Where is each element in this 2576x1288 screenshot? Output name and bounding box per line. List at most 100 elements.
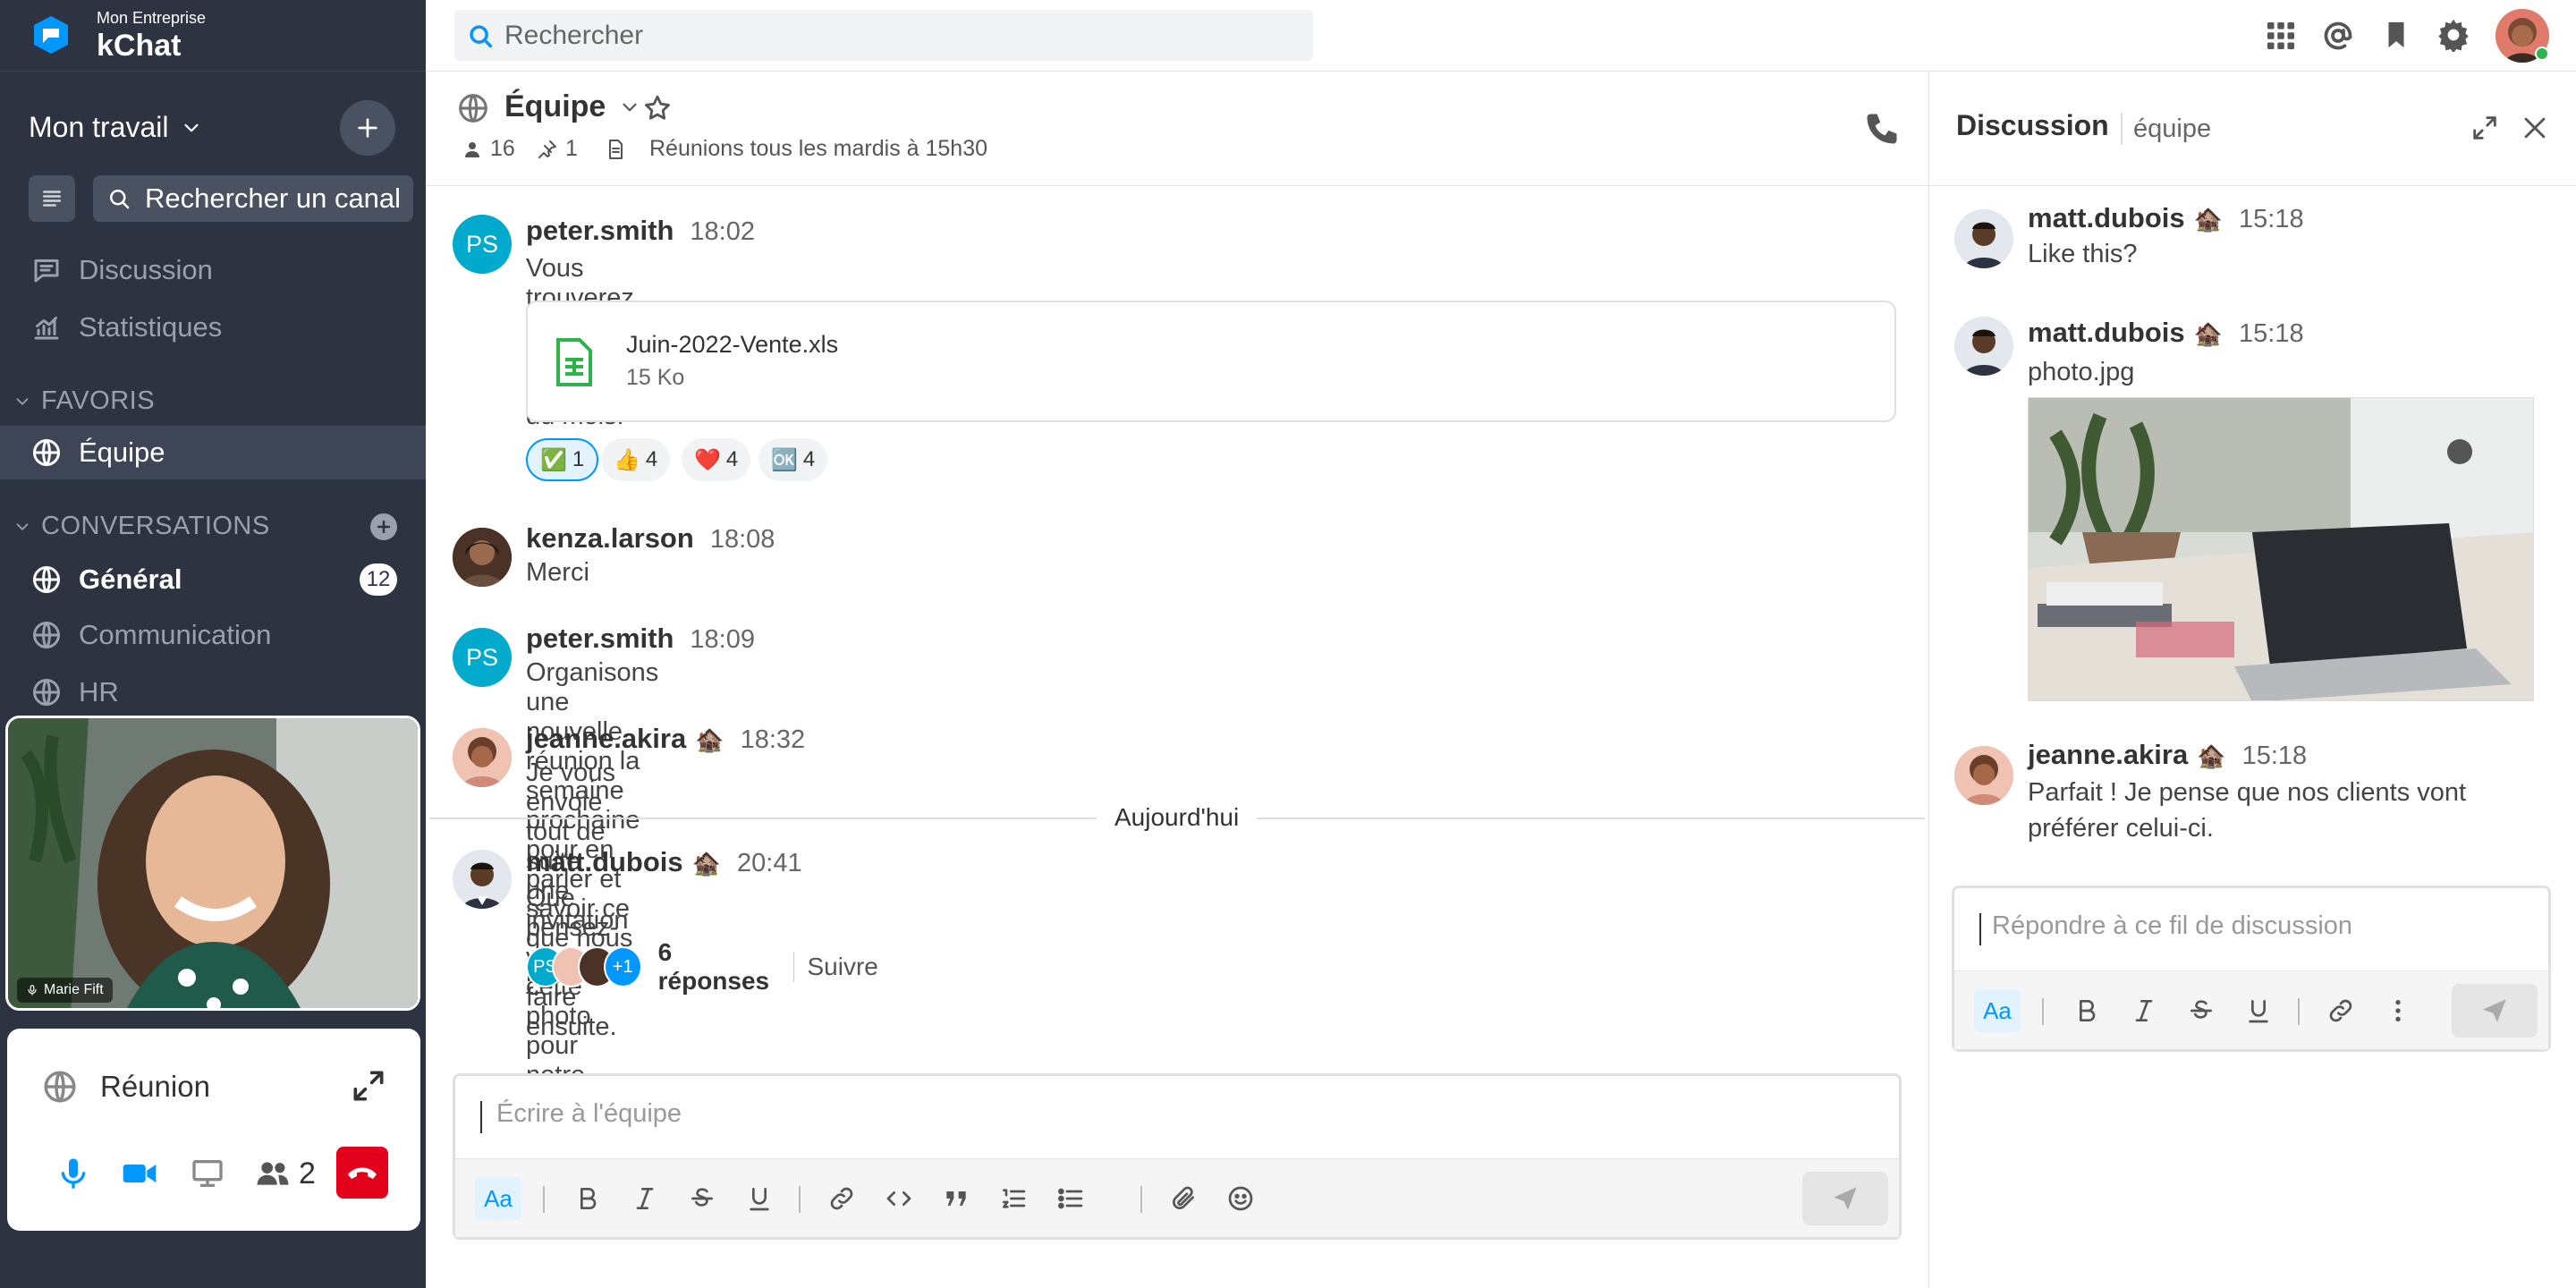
format-toolbar: Aa <box>1954 970 2548 1049</box>
author-name[interactable]: peter.smith <box>526 623 674 655</box>
avatar[interactable] <box>453 528 512 587</box>
microphone-button[interactable] <box>38 1145 109 1202</box>
avatar[interactable] <box>453 728 512 787</box>
message-time[interactable]: 15:18 <box>2242 741 2308 771</box>
avatar[interactable] <box>1954 317 2013 376</box>
message-time[interactable]: 18:08 <box>710 525 775 555</box>
author-name[interactable]: kenza.larson <box>526 522 694 555</box>
strikethrough-icon[interactable] <box>681 1177 724 1220</box>
video-tile[interactable]: Marie Fift <box>5 716 420 1011</box>
sidebar-item-discussion[interactable]: Discussion <box>0 243 426 297</box>
reaction-thumbs-up[interactable]: 👍 4 <box>601 438 671 481</box>
link-icon[interactable] <box>2319 989 2362 1032</box>
author-name[interactable]: matt.dubois <box>2028 317 2185 349</box>
pinned-count[interactable]: 1 <box>537 136 578 162</box>
channel-search[interactable]: Rechercher un canal <box>93 175 413 222</box>
avatar[interactable] <box>453 850 512 909</box>
avatar-image <box>453 528 512 587</box>
link-icon[interactable] <box>820 1177 863 1220</box>
reaction-ok[interactable]: 🆗 4 <box>758 438 828 481</box>
thread-channel-name[interactable]: équipe <box>2133 114 2211 144</box>
thread-summary[interactable]: PS +1 6 réponses Suivre <box>526 938 878 995</box>
bullet-list-icon[interactable] <box>1049 1177 1092 1220</box>
thread-replies[interactable]: 6 réponses <box>658 938 781 996</box>
follow-button[interactable]: Suivre <box>807 953 877 981</box>
global-search-input[interactable]: Rechercher <box>454 10 1313 61</box>
attachment-filename[interactable]: photo.jpg <box>2028 358 2134 387</box>
file-attachment[interactable]: Juin-2022-Vente.xls 15 Ko <box>526 301 1896 422</box>
format-toggle-button[interactable]: Aa <box>475 1177 521 1220</box>
code-icon[interactable] <box>877 1177 920 1220</box>
expand-icon[interactable] <box>2470 113 2500 143</box>
bold-icon[interactable] <box>566 1177 609 1220</box>
send-button[interactable] <box>2452 984 2538 1038</box>
sidebar-item-hr[interactable]: HR <box>0 665 426 719</box>
reaction-heart[interactable]: ❤️ 4 <box>682 438 751 481</box>
sidebar-item-statistiques[interactable]: Statistiques <box>0 301 426 354</box>
strikethrough-icon[interactable] <box>2180 989 2223 1032</box>
emoji-icon[interactable] <box>1219 1177 1262 1220</box>
reply-input[interactable]: Répondre à ce fil de discussion <box>1992 911 2352 941</box>
member-count[interactable]: 16 <box>462 136 515 162</box>
numbered-list-icon[interactable] <box>992 1177 1035 1220</box>
close-icon[interactable] <box>2520 113 2550 143</box>
date-separator: Aujourd'hui <box>1097 803 1258 832</box>
message-time[interactable]: 20:41 <box>737 849 802 878</box>
message-time[interactable]: 15:18 <box>2239 319 2304 349</box>
avatar-image <box>1954 209 2013 268</box>
add-conversation-button[interactable] <box>370 513 397 540</box>
italic-icon[interactable] <box>2123 989 2165 1032</box>
author-name[interactable]: matt.dubois <box>2028 202 2185 234</box>
author-name[interactable]: peter.smith <box>526 215 674 247</box>
avatar[interactable] <box>1954 209 2013 268</box>
work-menu[interactable]: Mon travail <box>29 111 203 144</box>
screen-share-button[interactable] <box>172 1145 243 1202</box>
author-name[interactable]: jeanne.akira <box>2028 739 2188 771</box>
avatar[interactable]: PS <box>453 215 512 274</box>
message-input[interactable]: Écrire à l'équipe <box>496 1099 682 1129</box>
message-time[interactable]: 18:09 <box>690 625 755 655</box>
apps-grid-icon[interactable] <box>2265 20 2297 52</box>
more-options-icon[interactable] <box>2377 989 2419 1032</box>
hangup-button[interactable] <box>336 1147 388 1199</box>
conversations-section[interactable]: CONVERSATIONS <box>13 512 270 541</box>
quote-icon[interactable] <box>935 1177 978 1220</box>
channel-list-button[interactable] <box>29 175 75 222</box>
participant-name: Marie Fift <box>44 982 104 997</box>
bold-icon[interactable] <box>2065 989 2108 1032</box>
star-icon[interactable] <box>642 93 673 123</box>
expand-icon[interactable] <box>349 1066 388 1106</box>
favorites-section[interactable]: FAVORIS <box>13 386 155 416</box>
sidebar-item-communication[interactable]: Communication <box>0 608 426 662</box>
send-button[interactable] <box>1802 1172 1888 1225</box>
message-time[interactable]: 18:02 <box>690 217 755 247</box>
send-icon <box>1834 1187 1857 1210</box>
italic-icon[interactable] <box>623 1177 666 1220</box>
reaction-check[interactable]: ✅ 1 <box>526 438 599 481</box>
underline-icon[interactable] <box>2237 989 2280 1032</box>
message-time[interactable]: 15:18 <box>2239 205 2304 234</box>
message-time[interactable]: 18:32 <box>741 725 806 755</box>
avatar[interactable]: PS <box>453 628 512 687</box>
sidebar-item-general[interactable]: Général 12 <box>0 553 426 606</box>
sidebar-item-equipe[interactable]: Équipe <box>0 426 426 479</box>
hangup-icon <box>348 1167 377 1179</box>
add-button[interactable] <box>340 100 395 156</box>
channel-title-menu[interactable]: Équipe <box>504 89 641 124</box>
gear-icon[interactable] <box>2436 18 2470 52</box>
participants-button[interactable]: 2 <box>254 1145 316 1202</box>
author-name[interactable]: matt.dubois <box>526 846 683 878</box>
mention-icon[interactable] <box>2322 20 2354 52</box>
message-header: matt.dubois 🏚️ 15:18 <box>2028 202 2304 234</box>
attachment-icon[interactable] <box>1162 1177 1205 1220</box>
avatar[interactable] <box>1954 746 2013 805</box>
author-name[interactable]: jeanne.akira <box>526 723 686 755</box>
underline-icon[interactable] <box>738 1177 781 1220</box>
workspace-header[interactable]: Mon Entreprise kChat <box>0 0 426 72</box>
image-attachment[interactable] <box>2028 397 2534 701</box>
globe-icon <box>33 439 60 466</box>
format-toggle-button[interactable]: Aa <box>1974 989 2021 1032</box>
bookmark-icon[interactable] <box>2381 18 2411 52</box>
camera-button[interactable] <box>104 1145 175 1202</box>
phone-icon[interactable] <box>1862 109 1902 148</box>
